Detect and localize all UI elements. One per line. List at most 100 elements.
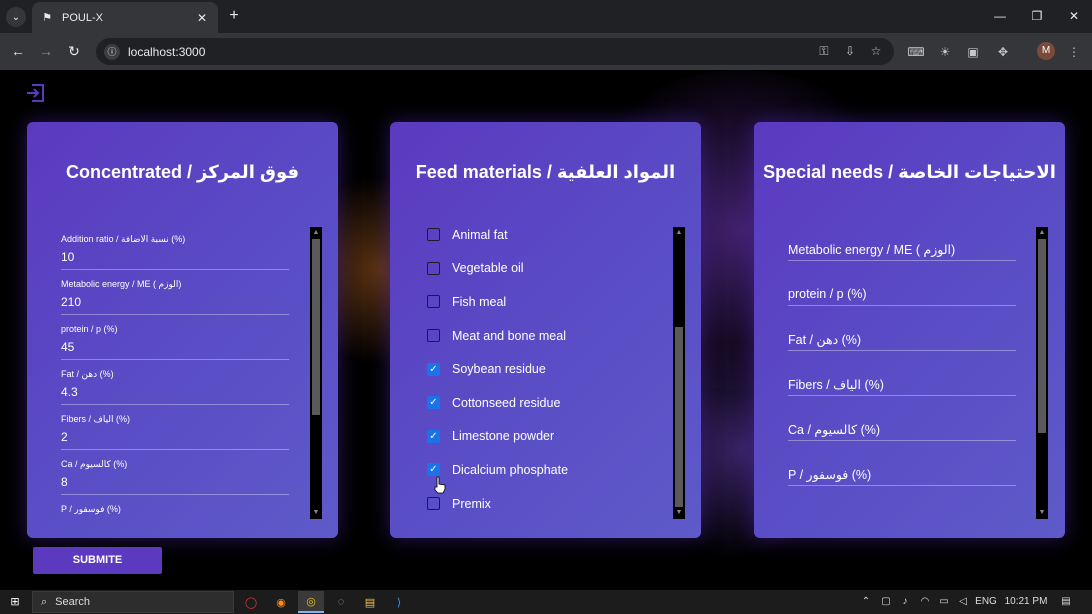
protein-field[interactable]: protein / p (%) 45 — [61, 316, 289, 361]
concentrated-scrollbar[interactable]: ▲ ▼ — [310, 227, 322, 519]
reload-icon[interactable]: ↻ — [64, 41, 84, 61]
concentrated-fields[interactable]: Addition ratio / نسبة الاضافة (%) 10 Met… — [61, 226, 323, 518]
restore-icon[interactable]: ❐ — [1027, 6, 1047, 26]
close-window-icon[interactable]: ✕ — [1064, 6, 1084, 26]
fat-field[interactable]: Fat / دهن (%) 4.3 — [61, 361, 289, 406]
scroll-up-icon[interactable]: ▲ — [1036, 229, 1048, 237]
field-value[interactable]: 2 — [61, 430, 68, 444]
tab-close-icon[interactable]: ✕ — [194, 11, 210, 25]
tray-device-icon[interactable]: ▢ — [879, 594, 893, 610]
field-value[interactable]: 8 — [61, 475, 68, 489]
feed-item[interactable]: Vegetable oil — [424, 252, 686, 286]
feed-item[interactable]: ✓ Soybean residue — [424, 352, 686, 386]
tab-list-chevron-icon[interactable]: ⌄ — [6, 7, 26, 27]
feed-item[interactable]: ✓ Dicalcium phosphate — [424, 453, 686, 487]
battery-icon[interactable]: ▭ — [937, 594, 951, 610]
checkbox[interactable] — [427, 329, 440, 343]
extensions-puzzle-icon[interactable]: ✥ — [994, 43, 1012, 61]
app-page: Concentrated / فوق المركز Addition ratio… — [0, 70, 1092, 590]
input-placeholder[interactable]: P / فوسفور (%) — [788, 467, 871, 482]
wifi-icon[interactable]: ◠ — [918, 594, 932, 610]
checkbox[interactable] — [427, 497, 440, 510]
app-circle-icon[interactable]: ◌ — [328, 591, 354, 613]
minimize-icon[interactable]: — — [990, 6, 1010, 26]
special-needs-fields[interactable]: Metabolic energy / ME ( الوزم) protein /… — [788, 226, 1050, 518]
firefox-icon[interactable]: ◉ — [268, 591, 294, 613]
field-value[interactable]: 10 — [61, 250, 74, 264]
file-explorer-icon[interactable]: ▤ — [357, 591, 383, 613]
special-metabolic-energy-input[interactable]: Metabolic energy / ME ( الوزم) — [788, 226, 1016, 271]
field-value[interactable]: 4.3 — [61, 385, 78, 399]
address-bar[interactable]: ⓘ localhost:3000 ⚿ ⇩ ☆ — [96, 38, 894, 65]
addition-ratio-field[interactable]: Addition ratio / نسبة الاضافة (%) 10 — [61, 226, 289, 271]
opera-icon[interactable]: ◯ — [238, 591, 264, 613]
windows-start-icon[interactable]: ⊞ — [8, 595, 22, 609]
input-placeholder[interactable]: Metabolic energy / ME ( الوزم) — [788, 242, 955, 257]
scroll-thumb[interactable] — [675, 327, 683, 507]
scroll-down-icon[interactable]: ▼ — [310, 509, 322, 517]
browser-menu-icon[interactable]: ⋮ — [1065, 43, 1083, 61]
feed-item[interactable]: Premix — [424, 487, 686, 510]
special-phosphorus-input[interactable]: P / فوسفور (%) — [788, 451, 1016, 496]
special-fibers-input[interactable]: Fibers / الياف (%) — [788, 361, 1016, 406]
feed-scrollbar[interactable]: ▲ ▼ — [673, 227, 685, 519]
feed-item[interactable]: ✓ Limestone powder — [424, 420, 686, 454]
logout-icon[interactable] — [24, 82, 46, 104]
calcium-field[interactable]: Ca / كالسيوم (%) 8 — [61, 451, 289, 496]
phosphorus-field[interactable]: P / فوسفور (%) — [61, 496, 289, 518]
special-scrollbar[interactable]: ▲ ▼ — [1036, 227, 1048, 519]
profile-avatar[interactable]: M — [1037, 42, 1055, 60]
install-app-icon[interactable]: ⇩ — [842, 43, 858, 59]
vscode-icon[interactable]: ⟩ — [386, 591, 412, 613]
feed-materials-list[interactable]: Animal fat Vegetable oil Fish meal Meat … — [424, 218, 686, 510]
input-placeholder[interactable]: protein / p (%) — [788, 287, 867, 301]
scroll-thumb[interactable] — [1038, 239, 1046, 433]
new-tab-plus-icon[interactable]: + — [225, 7, 243, 25]
special-calcium-input[interactable]: Ca / كالسيوم (%) — [788, 406, 1016, 451]
input-placeholder[interactable]: Ca / كالسيوم (%) — [788, 422, 880, 437]
field-value[interactable]: 45 — [61, 340, 74, 354]
chrome-icon[interactable]: ◎ — [298, 591, 324, 613]
feed-item[interactable]: Meat and bone meal — [424, 319, 686, 353]
scroll-down-icon[interactable]: ▼ — [673, 509, 685, 517]
scroll-thumb[interactable] — [312, 239, 320, 415]
extension-image-icon[interactable]: ▣ — [964, 43, 982, 61]
input-placeholder[interactable]: Fibers / الياف (%) — [788, 377, 884, 392]
back-arrow-icon[interactable]: ← — [8, 41, 28, 61]
feed-item[interactable]: Animal fat — [424, 218, 686, 252]
submit-button[interactable]: SUBMITE — [33, 547, 162, 574]
checkbox[interactable] — [427, 228, 440, 242]
fibers-field[interactable]: Fibers / الياف (%) 2 — [61, 406, 289, 451]
password-key-icon[interactable]: ⚿ — [816, 43, 832, 59]
extension-bulb-icon[interactable]: ☀ — [936, 43, 954, 61]
tray-chevron-icon[interactable]: ⌃ — [860, 594, 872, 610]
field-value[interactable]: 210 — [61, 295, 81, 309]
scroll-up-icon[interactable]: ▲ — [310, 229, 322, 237]
metabolic-energy-field[interactable]: Metabolic energy / ME ( الوزم) 210 — [61, 271, 289, 316]
checkbox-checked[interactable]: ✓ — [427, 429, 440, 443]
site-info-icon[interactable]: ⓘ — [104, 43, 120, 60]
checkbox-checked[interactable]: ✓ — [427, 362, 440, 376]
browser-tab[interactable]: ⚑ POUL-X ✕ — [32, 2, 218, 33]
scroll-up-icon[interactable]: ▲ — [673, 229, 685, 237]
special-protein-input[interactable]: protein / p (%) — [788, 271, 1016, 316]
notifications-icon[interactable]: ▤ — [1058, 594, 1074, 610]
clock[interactable]: 10:21 PM — [1002, 594, 1050, 610]
bookmark-star-icon[interactable]: ☆ — [868, 43, 884, 59]
checkbox-checked[interactable]: ✓ — [427, 463, 440, 477]
forward-arrow-icon[interactable]: → — [36, 41, 56, 61]
volume-icon[interactable]: ◁ — [956, 594, 970, 610]
extension-game-icon[interactable]: ⌨ — [907, 43, 925, 61]
feed-item[interactable]: ✓ Cottonseed residue — [424, 386, 686, 420]
url-text[interactable]: localhost:3000 — [128, 45, 205, 59]
taskbar-search[interactable]: ⌕ Search — [32, 591, 234, 613]
checkbox-checked[interactable]: ✓ — [427, 396, 440, 410]
special-fat-input[interactable]: Fat / دهن (%) — [788, 316, 1016, 361]
scroll-down-icon[interactable]: ▼ — [1036, 509, 1048, 517]
checkbox[interactable] — [427, 261, 440, 275]
feed-item[interactable]: Fish meal — [424, 285, 686, 319]
checkbox[interactable] — [427, 295, 440, 309]
language-indicator[interactable]: ENG — [974, 594, 998, 610]
microphone-icon[interactable]: ♪ — [898, 594, 912, 610]
input-placeholder[interactable]: Fat / دهن (%) — [788, 332, 861, 347]
